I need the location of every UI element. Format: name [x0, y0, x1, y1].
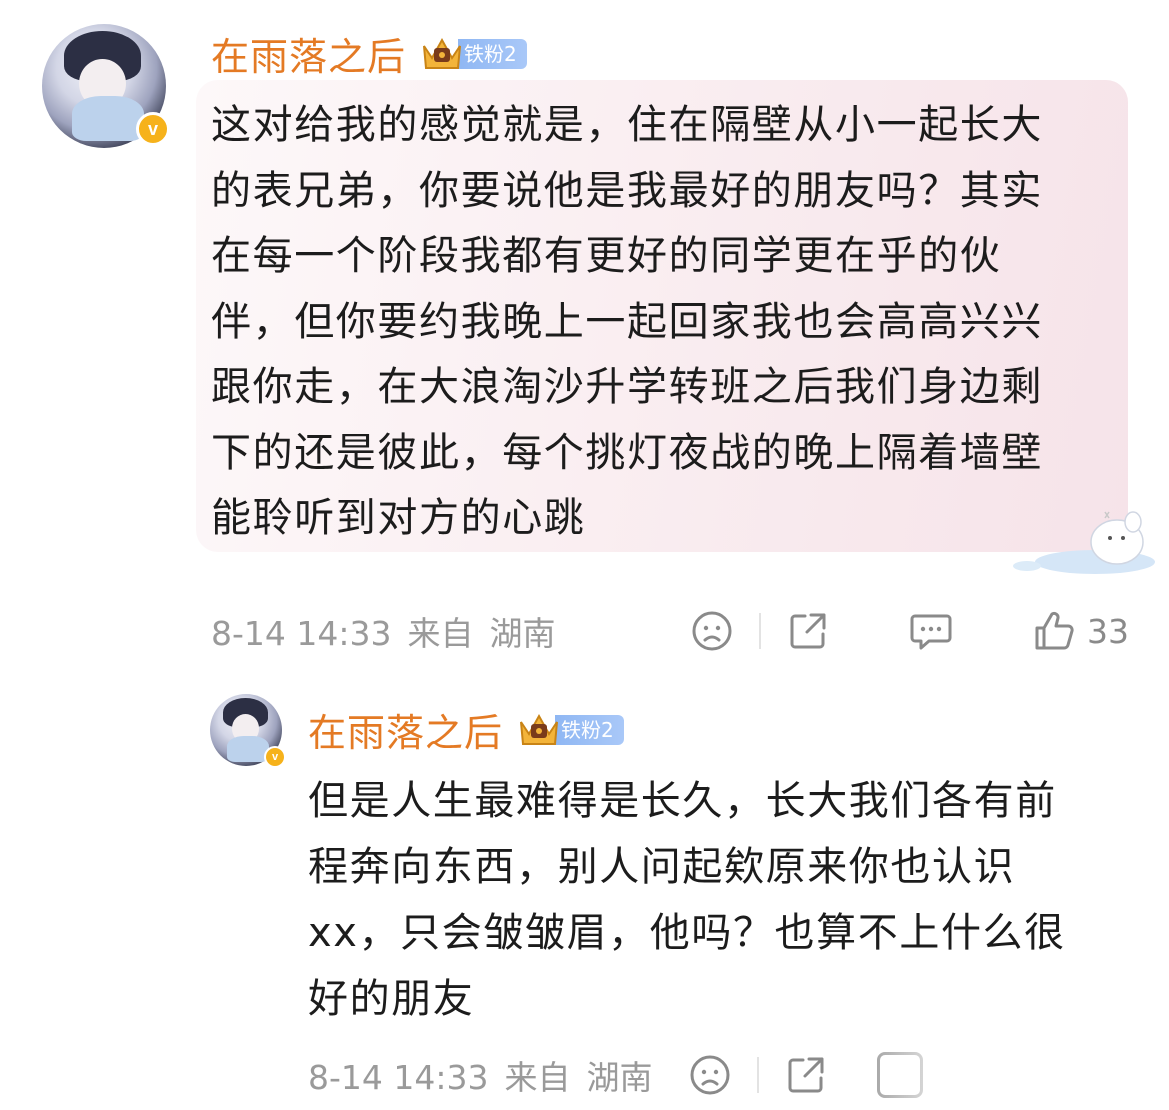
avatar-robe — [71, 95, 144, 141]
fan-badge[interactable]: 铁粉2 — [420, 34, 527, 74]
avatar-robe — [227, 735, 270, 762]
comment-location: 湖南 — [586, 1058, 653, 1097]
verified-badge-icon: v — [264, 746, 286, 768]
share-icon — [788, 1057, 823, 1093]
comment-icon — [910, 614, 952, 650]
share-icon — [790, 613, 826, 649]
comment-meta: 8-14 14:33 来自 湖南 — [308, 1051, 653, 1099]
fan-badge-label: 铁粉2 — [458, 38, 527, 69]
actions-divider — [759, 613, 761, 649]
fan-badge-label: 铁粉2 — [555, 714, 624, 745]
comment-actions: 33 — [691, 610, 1129, 652]
username[interactable]: 在雨落之后 — [308, 702, 503, 757]
comment-item: v 在雨落之后 铁粉2 这对给我的感觉就是，住在隔壁从小一起长大 的表兄弟，你要… — [0, 0, 1169, 670]
like-count: 33 — [1087, 611, 1129, 651]
comment-location: 湖南 — [489, 614, 556, 653]
reaction-button[interactable] — [689, 1054, 731, 1096]
comment-meta: 8-14 14:33 来自 湖南 — [211, 607, 556, 655]
actions-divider — [756, 1057, 759, 1093]
username-row: 在雨落之后 铁粉2 — [211, 26, 527, 81]
comment-meta-row: 8-14 14:33 来自 湖南 — [211, 604, 1129, 658]
avatar[interactable]: v — [210, 694, 286, 768]
sad-face-icon — [690, 1055, 729, 1095]
comment-date: 8-14 14:33 — [211, 614, 392, 653]
crown-icon — [520, 713, 559, 745]
comment-from-label: 来自 — [504, 1058, 571, 1097]
share-button[interactable] — [787, 610, 829, 652]
comment-item: v 在雨落之后 铁粉2 但是人生最难得是长久，长大我们各有前 程奔向东西，别人问… — [0, 670, 1169, 1110]
crown-icon — [423, 37, 462, 69]
username[interactable]: 在雨落之后 — [211, 26, 406, 81]
username-row: 在雨落之后 铁粉2 — [308, 702, 624, 757]
reaction-button[interactable] — [691, 610, 733, 652]
comment-button[interactable] — [909, 610, 953, 652]
like-icon — [1035, 611, 1074, 650]
comment-date: 8-14 14:33 — [308, 1058, 489, 1097]
avatar[interactable]: v — [42, 24, 170, 148]
like-button[interactable]: 33 — [1033, 610, 1129, 652]
sad-face-icon — [692, 611, 732, 651]
comment-text: 但是人生最难得是长久，长大我们各有前 程奔向东西，别人问起欸原来你也认识 xx，… — [308, 778, 1066, 1022]
bottom-fade-overlay — [860, 1030, 1169, 1110]
share-button[interactable] — [785, 1054, 827, 1096]
verified-badge-icon: v — [136, 112, 170, 146]
fan-badge[interactable]: 铁粉2 — [517, 710, 624, 750]
comment-from-label: 来自 — [407, 614, 474, 653]
comment-text: 这对给我的感觉就是，住在隔壁从小一起长大 的表兄弟，你要说他是我最好的朋友吗？其… — [211, 102, 1043, 541]
